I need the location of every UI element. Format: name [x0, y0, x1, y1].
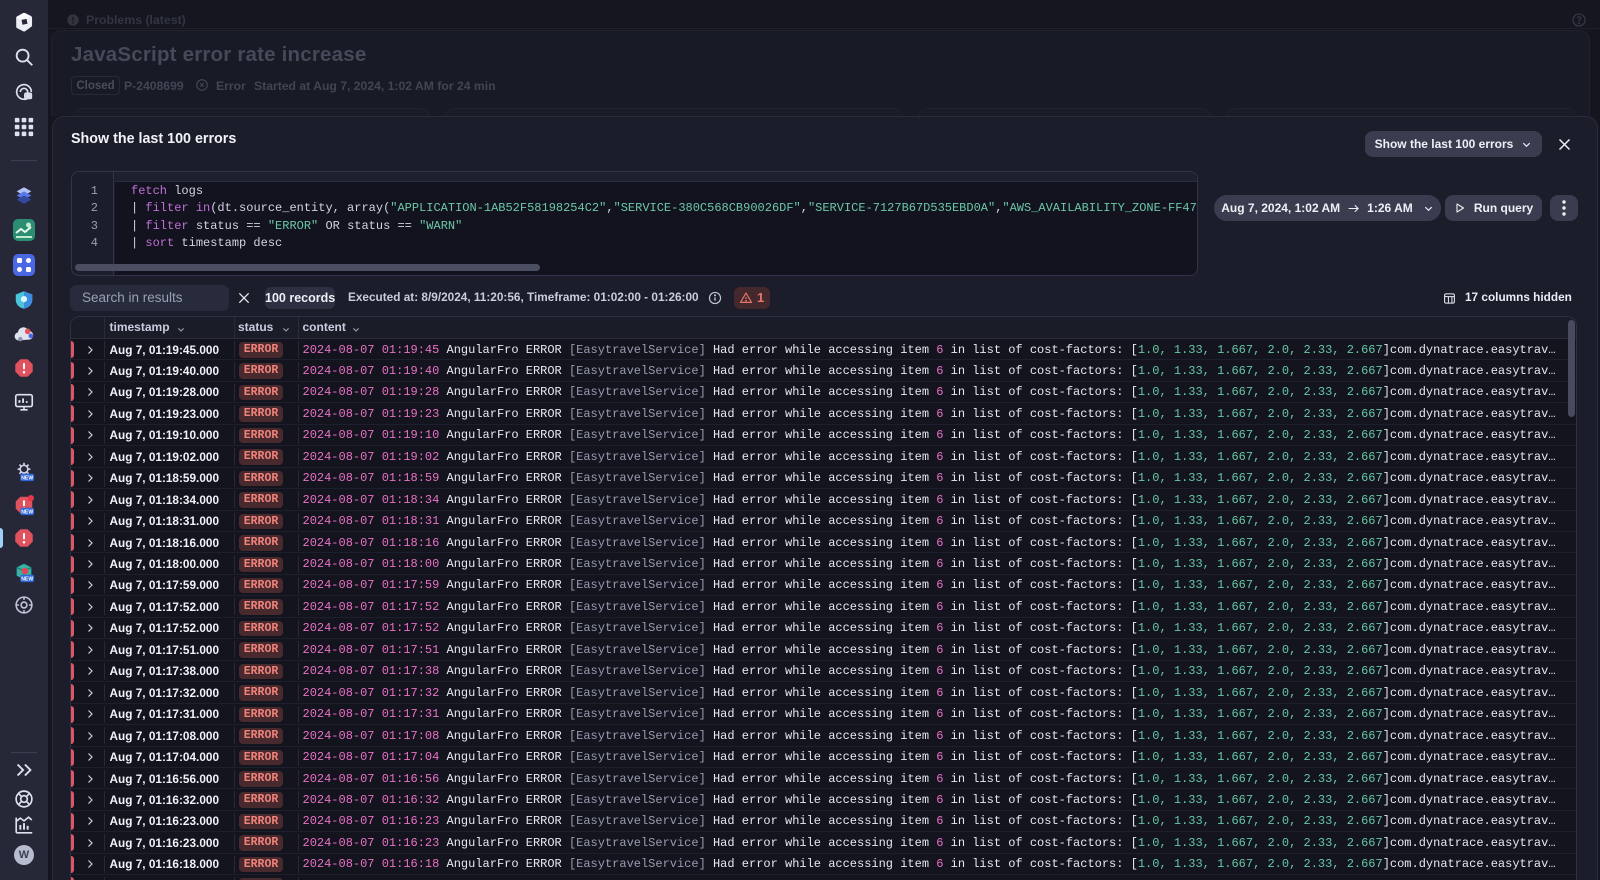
- svg-text:NEW: NEW: [21, 577, 33, 583]
- svg-text:NEW: NEW: [21, 510, 33, 516]
- svg-text:NEW: NEW: [21, 476, 33, 482]
